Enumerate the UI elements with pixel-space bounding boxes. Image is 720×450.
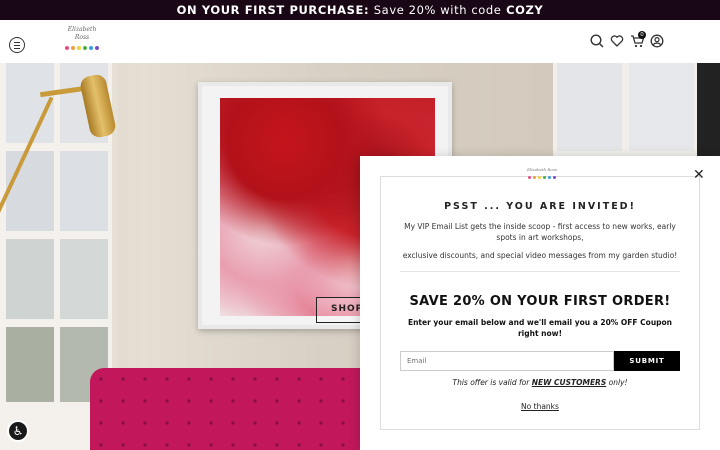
logo-dot: [83, 46, 87, 50]
site-logo[interactable]: Elizabeth Ross: [60, 26, 104, 58]
popup-logo: Elizabeth Ross: [527, 167, 557, 179]
popup-logo-text: Elizabeth Ross: [527, 167, 557, 172]
email-field[interactable]: [400, 351, 614, 371]
logo-text: Elizabeth Ross: [67, 26, 97, 41]
offer-validity: This offer is valid for NEW CUSTOMERS on…: [360, 378, 720, 387]
logo-dot: [528, 176, 531, 179]
logo-dot: [553, 176, 556, 179]
account-icon[interactable]: [650, 34, 664, 48]
pink-sofa: [90, 368, 380, 450]
accessibility-icon[interactable]: ♿: [7, 420, 29, 442]
promo-code: COZY: [506, 3, 544, 17]
popup-logo-dots: [527, 176, 557, 179]
logo-dot: [533, 176, 536, 179]
search-icon[interactable]: [590, 34, 604, 48]
menu-icon[interactable]: [9, 37, 25, 53]
logo-dots: [60, 46, 104, 50]
logo-dot: [65, 46, 69, 50]
announcement-text: Save 20% with code: [373, 3, 502, 17]
valid-prefix: This offer is valid for: [452, 378, 530, 387]
offer-subtext: Enter your email below and we'll email y…: [407, 318, 673, 338]
announcement-lead: ON YOUR FIRST PURCHASE:: [176, 3, 370, 17]
offer-heading: SAVE 20% ON YOUR FIRST ORDER!: [409, 294, 671, 309]
logo-dot: [538, 176, 541, 179]
logo-dot: [71, 46, 75, 50]
announcement-bar: ON YOUR FIRST PURCHASE: Save 20% with co…: [0, 0, 720, 20]
close-icon[interactable]: ✕: [693, 168, 705, 182]
logo-dot: [95, 46, 99, 50]
valid-suffix: only!: [608, 378, 628, 387]
logo-dot: [77, 46, 81, 50]
logo-dot: [548, 176, 551, 179]
signup-popup: ✕ Elizabeth Ross PSST ... YOU ARE INVITE…: [360, 156, 720, 450]
popup-title: PSST ... YOU ARE INVITED!: [444, 201, 636, 212]
logo-dot: [89, 46, 93, 50]
logo-dot: [543, 176, 546, 179]
popup-intro-1: My VIP Email List gets the inside scoop …: [404, 222, 676, 242]
site-header: Elizabeth Ross 0: [0, 20, 720, 63]
heart-icon[interactable]: [610, 34, 624, 48]
popup-divider: [400, 271, 680, 272]
no-thanks-link[interactable]: No thanks: [360, 402, 720, 411]
popup-intro-2: exclusive discounts, and special video m…: [402, 251, 678, 260]
cart-count-badge: 0: [638, 31, 646, 39]
new-customers-link[interactable]: NEW CUSTOMERS: [532, 378, 607, 387]
submit-button[interactable]: SUBMIT: [614, 351, 680, 371]
